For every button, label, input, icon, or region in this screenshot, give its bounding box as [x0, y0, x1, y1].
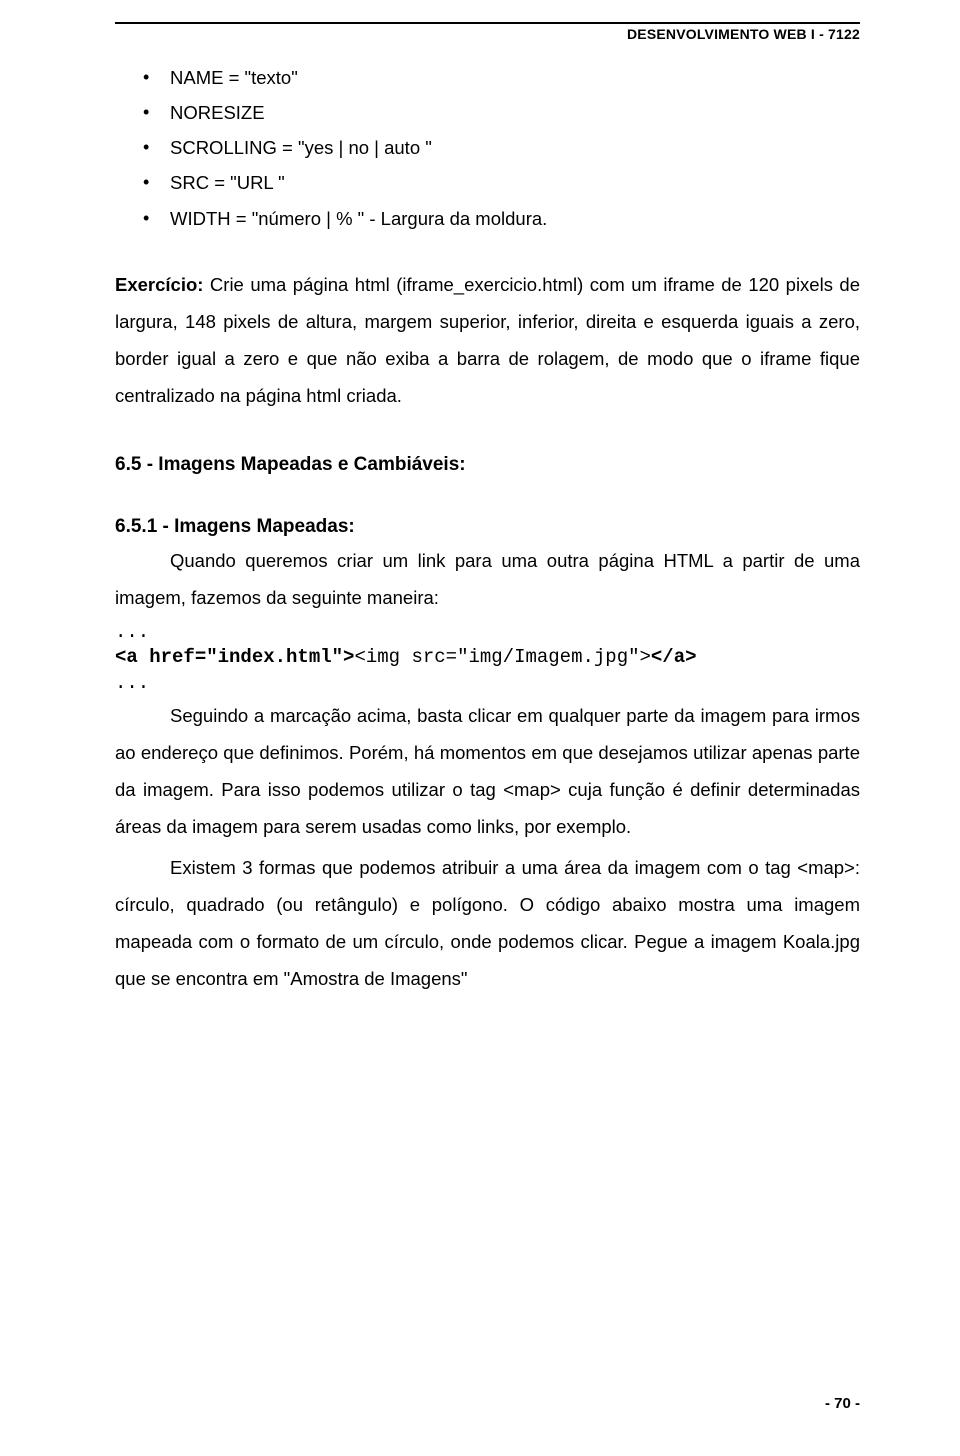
attribute-list: NAME = "texto" NORESIZE SCROLLING = "yes…	[115, 60, 860, 236]
exercise-label: Exercício:	[115, 274, 210, 295]
code-line: <a href="index.html"><img src="img/Image…	[115, 645, 860, 671]
exercise-text: Crie uma página html (iframe_exercicio.h…	[115, 274, 860, 406]
paragraph: Seguindo a marcação acima, basta clicar …	[115, 697, 860, 845]
code-ellipsis: ...	[115, 671, 860, 697]
header-rule	[115, 22, 860, 24]
paragraph: Quando queremos criar um link para uma o…	[115, 542, 860, 616]
code-a-open: <a href="index.html">	[115, 646, 354, 668]
list-item: WIDTH = "número | % " - Largura da moldu…	[115, 201, 860, 236]
list-item: NORESIZE	[115, 95, 860, 130]
code-ellipsis: ...	[115, 620, 860, 646]
code-a-close: </a>	[651, 646, 697, 668]
section-heading: 6.5 - Imagens Mapeadas e Cambiáveis:	[115, 454, 860, 476]
header-title: DESENVOLVIMENTO WEB I - 7122	[115, 26, 860, 42]
paragraph: Existem 3 formas que podemos atribuir a …	[115, 849, 860, 997]
list-item: SRC = "URL "	[115, 165, 860, 200]
subsection-heading: 6.5.1 - Imagens Mapeadas:	[115, 516, 860, 538]
page-number: - 70 -	[825, 1395, 860, 1412]
code-img: <img src="img/Imagem.jpg">	[354, 646, 650, 668]
list-item: NAME = "texto"	[115, 60, 860, 95]
list-item: SCROLLING = "yes | no | auto "	[115, 130, 860, 165]
page: DESENVOLVIMENTO WEB I - 7122 NAME = "tex…	[0, 0, 960, 1456]
exercise-paragraph: Exercício: Crie uma página html (iframe_…	[115, 266, 860, 414]
